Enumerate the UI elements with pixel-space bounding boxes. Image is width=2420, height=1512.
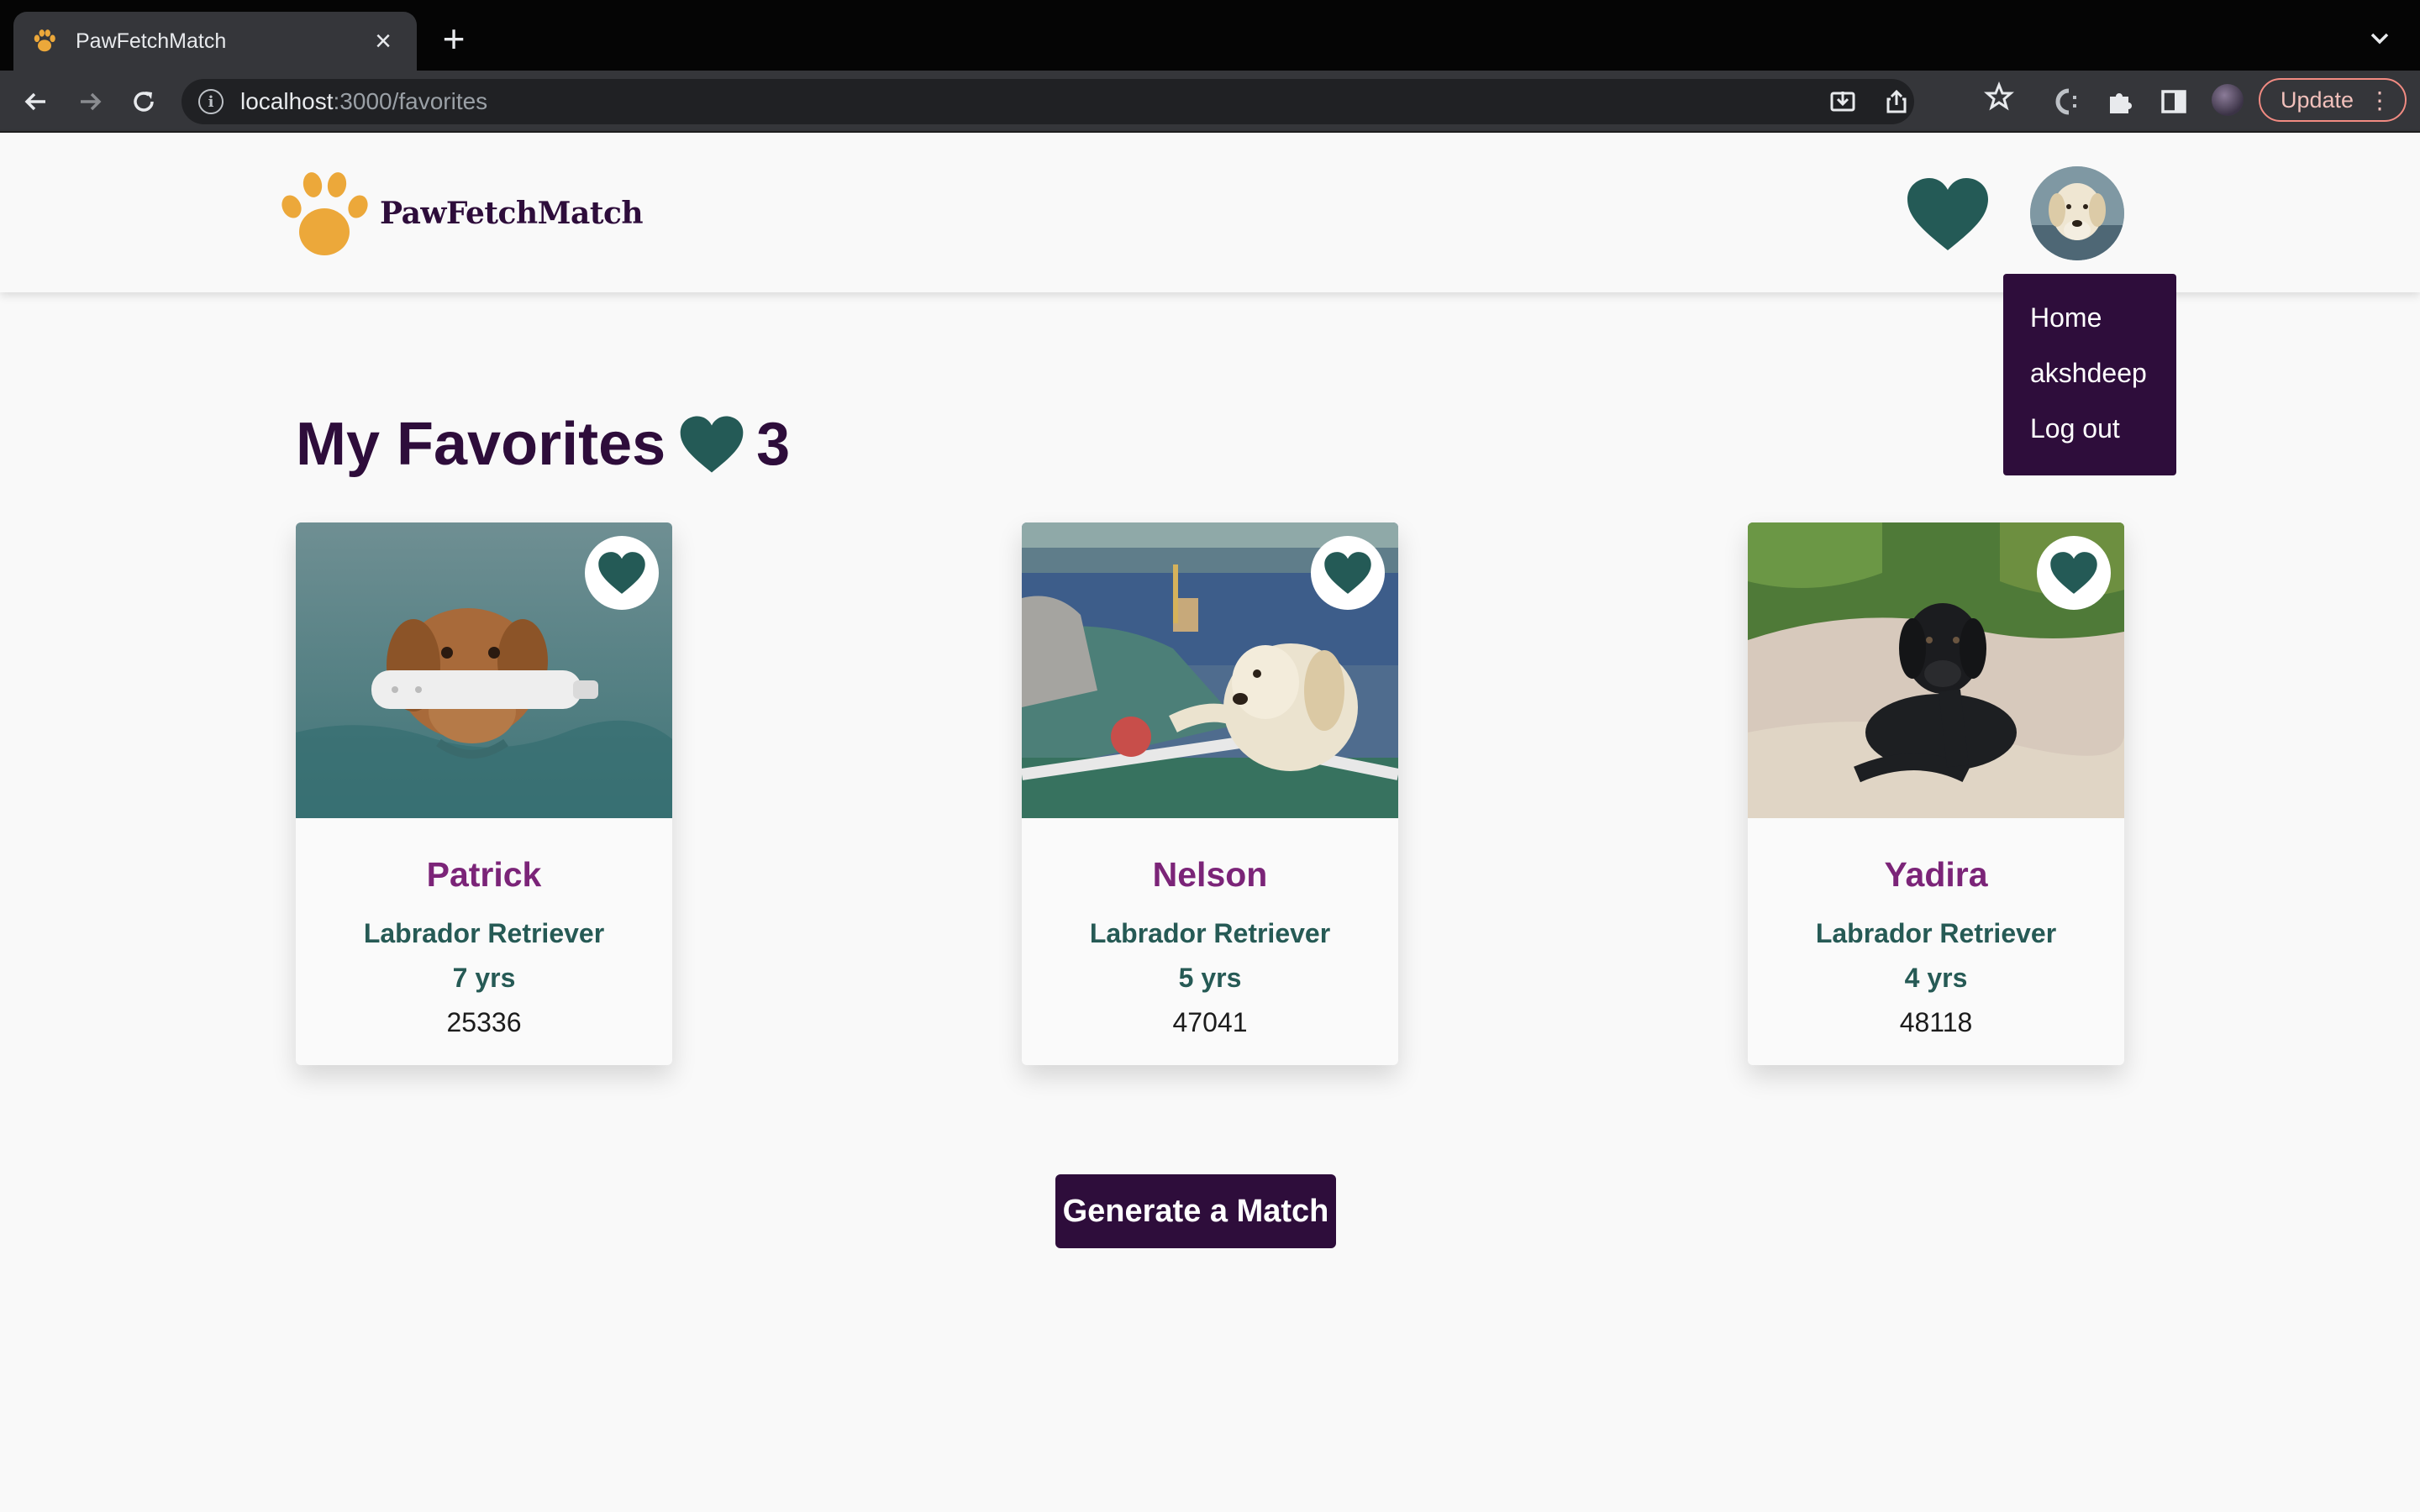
favorite-toggle-button[interactable] bbox=[585, 536, 659, 610]
heart-icon bbox=[680, 416, 744, 473]
favorite-toggle-button[interactable] bbox=[1311, 536, 1385, 610]
extension-icon[interactable] bbox=[2050, 86, 2082, 118]
dog-breed: Labrador Retriever bbox=[1089, 918, 1331, 948]
dog-photo bbox=[1022, 522, 1398, 818]
dog-zip-code: 48118 bbox=[1899, 1007, 1973, 1037]
tab-title: PawFetchMatch bbox=[76, 29, 227, 53]
user-dropdown-menu: Home akshdeep Log out bbox=[2003, 274, 2176, 475]
dog-photo bbox=[296, 522, 672, 818]
browser-profile-avatar[interactable] bbox=[2212, 84, 2244, 116]
generate-match-button[interactable]: Generate a Match bbox=[1055, 1174, 1336, 1248]
page-title: My Favorites 3 bbox=[296, 410, 790, 479]
update-button[interactable]: Update ⋮ bbox=[2259, 78, 2407, 122]
new-tab-icon[interactable]: + bbox=[435, 19, 472, 58]
favorite-toggle-button[interactable] bbox=[2037, 536, 2111, 610]
kebab-menu-icon[interactable]: ⋮ bbox=[2368, 88, 2391, 113]
dog-zip-code: 25336 bbox=[446, 1007, 522, 1037]
sidepanel-icon[interactable] bbox=[2158, 86, 2190, 118]
info-icon[interactable]: i bbox=[198, 89, 224, 114]
url-text: localhost:3000/favorites bbox=[240, 88, 488, 114]
address-bar[interactable]: i localhost:3000/favorites bbox=[182, 79, 1914, 124]
chevron-down-icon[interactable] bbox=[2363, 22, 2396, 55]
dog-breed: Labrador Retriever bbox=[1815, 918, 2057, 948]
dog-name: Yadira bbox=[1884, 855, 1988, 894]
star-icon[interactable] bbox=[1983, 81, 2015, 113]
share-icon[interactable] bbox=[1882, 87, 1911, 116]
dog-age: 5 yrs bbox=[1178, 963, 1242, 993]
browser-tabstrip: PawFetchMatch × + bbox=[0, 0, 2420, 71]
dog-zip-code: 47041 bbox=[1172, 1007, 1248, 1037]
dog-card[interactable]: Patrick Labrador Retriever 7 yrs 25336 bbox=[296, 522, 672, 1065]
install-icon[interactable] bbox=[1828, 87, 1857, 116]
heart-icon bbox=[598, 552, 645, 594]
site-header: PawFetchMatch bbox=[0, 133, 2420, 292]
user-avatar[interactable] bbox=[2030, 166, 2124, 260]
dog-name: Nelson bbox=[1152, 855, 1268, 894]
logo-text: PawFetchMatch bbox=[380, 196, 644, 231]
reload-icon[interactable] bbox=[124, 82, 163, 121]
dog-photo bbox=[1748, 522, 2124, 818]
favorites-count: 3 bbox=[756, 411, 791, 478]
logo[interactable]: PawFetchMatch bbox=[281, 168, 644, 259]
back-icon[interactable] bbox=[17, 82, 55, 121]
close-tab-icon[interactable]: × bbox=[366, 24, 400, 58]
dog-age: 4 yrs bbox=[1904, 963, 1968, 993]
page-title-text: My Favorites bbox=[296, 411, 666, 478]
paw-logo-icon bbox=[281, 172, 368, 255]
dog-breed: Labrador Retriever bbox=[363, 918, 605, 948]
dog-age: 7 yrs bbox=[452, 963, 516, 993]
puzzle-icon[interactable] bbox=[2104, 86, 2136, 118]
heart-icon bbox=[1324, 552, 1371, 594]
paw-favicon-icon bbox=[30, 27, 59, 55]
forward-icon[interactable] bbox=[71, 82, 109, 121]
browser-toolbar: i localhost:3000/favorites bbox=[0, 71, 2420, 133]
menu-item-logout[interactable]: Log out bbox=[2003, 395, 2176, 462]
heart-icon bbox=[2050, 552, 2097, 594]
dog-name: Patrick bbox=[426, 855, 542, 894]
dog-card[interactable]: Nelson Labrador Retriever 5 yrs 47041 bbox=[1022, 522, 1398, 1065]
browser-tab[interactable]: PawFetchMatch × bbox=[13, 12, 417, 71]
dog-card[interactable]: Yadira Labrador Retriever 4 yrs 48118 bbox=[1748, 522, 2124, 1065]
favorites-heart-icon[interactable] bbox=[1906, 176, 1990, 252]
